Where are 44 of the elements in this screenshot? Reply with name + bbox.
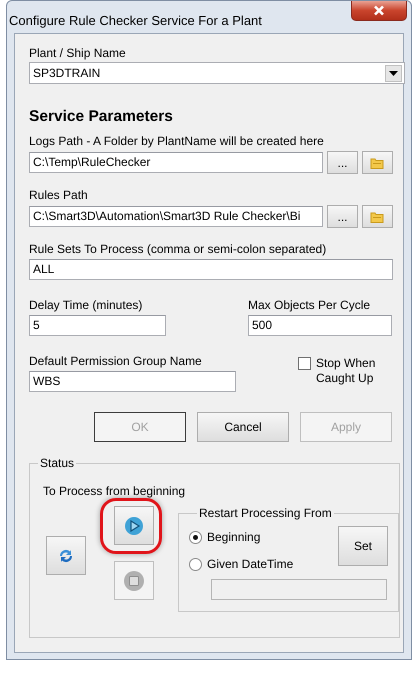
caret-icon — [385, 64, 402, 82]
folder-button[interactable] — [362, 151, 393, 174]
radio-button[interactable] — [189, 558, 202, 570]
browse-button[interactable]: ... — [327, 205, 358, 228]
path-field[interactable]: C:\Smart3D\Automation\Smart3D Rule Checker\Bi — [29, 206, 324, 227]
section-title: Service Parameters — [29, 108, 174, 126]
field-label: Delay Time (minutes) — [29, 298, 144, 312]
play-icon — [124, 516, 144, 536]
radio-option[interactable]: Beginning — [189, 530, 294, 544]
text-field[interactable]: ALL — [29, 259, 393, 280]
group-title: Restart Processing From — [198, 506, 333, 520]
stop-button[interactable] — [114, 561, 154, 600]
folder-button[interactable] — [362, 205, 393, 228]
plant-dropdown[interactable]: SP3DTRAIN — [29, 62, 405, 84]
field-label: Logs Path - A Folder by PlantName will be created here — [29, 134, 325, 148]
dialog-button[interactable]: Cancel — [197, 412, 289, 442]
datetime-field[interactable] — [211, 579, 387, 600]
path-field[interactable]: C:\Temp\RuleChecker — [29, 152, 324, 173]
stop-icon — [123, 570, 145, 592]
field-label: Max Objects Per Cycle — [248, 298, 372, 312]
window-title: Configure Rule Checker Service For a Plant — [9, 13, 262, 28]
close-button[interactable] — [351, 1, 407, 21]
close-icon — [373, 5, 385, 16]
field-label: Rules Path — [29, 188, 89, 202]
text-field[interactable]: 500 — [248, 315, 392, 336]
folder-icon — [370, 156, 384, 168]
folder-icon — [370, 210, 384, 222]
field-label: Plant / Ship Name — [29, 46, 127, 60]
checkbox-label: Stop When Caught Up — [316, 356, 376, 386]
radio-button[interactable] — [189, 530, 202, 544]
field-label: Rule Sets To Process (comma or semi-colon separated) — [29, 242, 328, 256]
browse-button[interactable]: ... — [327, 151, 358, 174]
refresh-button[interactable] — [46, 536, 86, 575]
refresh-icon — [58, 548, 74, 564]
status-message: To Process from beginning — [43, 484, 186, 498]
radio-option[interactable]: Given DateTime — [189, 557, 294, 571]
text-field[interactable]: 5 — [29, 315, 166, 336]
set-button[interactable]: Set — [338, 526, 388, 566]
group-title: Status — [39, 456, 76, 470]
highlight-ring — [100, 498, 162, 554]
field-label: Default Permission Group Name — [29, 354, 203, 368]
text-field[interactable]: WBS — [29, 371, 236, 392]
start-button[interactable] — [114, 506, 154, 545]
checkbox[interactable] — [298, 357, 311, 370]
